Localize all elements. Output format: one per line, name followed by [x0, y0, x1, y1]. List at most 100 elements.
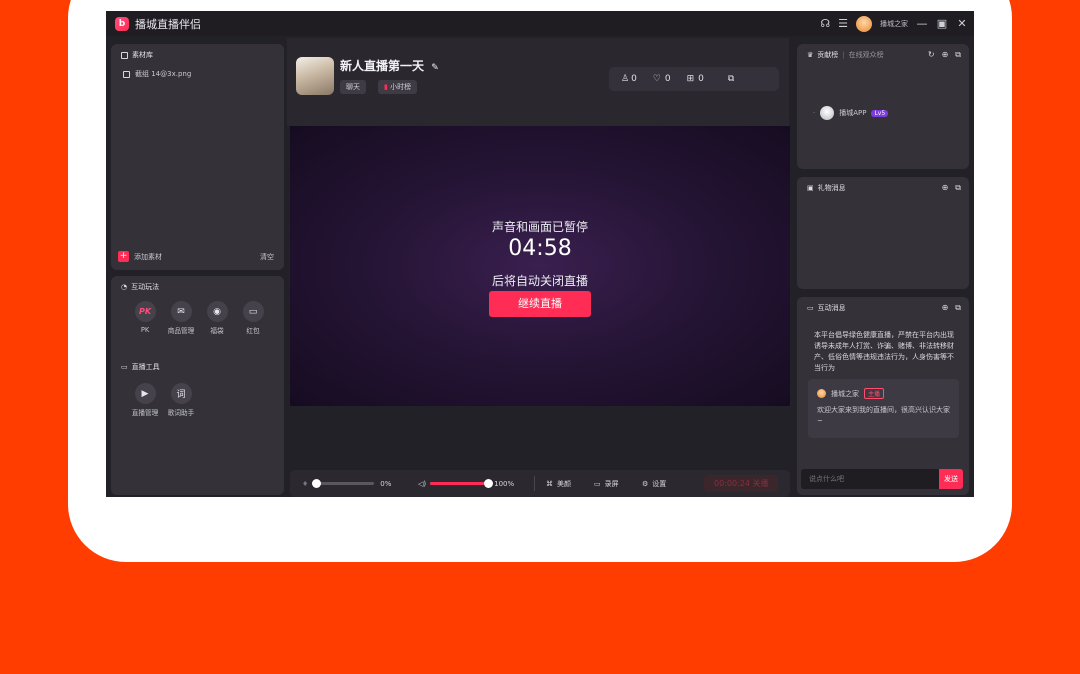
ranking-title[interactable]: 贡献榜: [817, 50, 838, 60]
tools-panel: ◔ 互动玩法 PK PK ✉ 商品管理 ◉ 福袋 ▭ 红包 ▭ 直播工具 ▶ 直播管…: [111, 276, 284, 495]
rank-user: 播城APP: [839, 109, 867, 117]
chat-title: 互动消息: [817, 304, 846, 312]
chat-icon: ▭: [807, 304, 814, 312]
countdown: 04:58: [508, 236, 572, 261]
mic-slider-knob[interactable]: [312, 479, 322, 488]
refresh-icon[interactable]: ↻: [928, 50, 935, 60]
rank-avatar: [820, 106, 835, 120]
close-icon[interactable]: ✕: [956, 17, 968, 30]
live-manage-button[interactable]: ▶ 直播管理: [130, 383, 160, 418]
lyrics-icon: 词: [170, 383, 192, 404]
category-tag[interactable]: 聊天: [340, 80, 366, 94]
live-tools-title: 直播工具: [131, 363, 160, 371]
gift-panel: ▣ 礼物消息 ⊕ ⧉: [797, 177, 969, 289]
level-badge: Lv5: [871, 109, 889, 117]
record-button[interactable]: ▭ 录屏: [594, 470, 619, 497]
chat-input-area: 发送: [801, 469, 963, 489]
library-title: 素材库: [132, 51, 153, 59]
lucky-bag-button[interactable]: ◉ 福袋: [202, 301, 232, 336]
red-packet-label: 红包: [246, 327, 260, 335]
stream-timer: 00:00:24 关播: [704, 475, 779, 492]
message-avatar: [817, 389, 826, 398]
message-text: 欢迎大家来到我的直播间，很高兴认识大家~: [817, 406, 950, 425]
chat-message: 播城之家 主播 欢迎大家来到我的直播间，很高兴认识大家~: [808, 379, 959, 438]
platform-notice: 本平台倡导绿色健康直播，严禁在平台内出现诱导未成年人打赏、诈骗、赌博、非法转移财…: [814, 331, 954, 372]
user-avatar[interactable]: [856, 15, 872, 32]
beauty-button[interactable]: ⌘ 美颜: [546, 470, 571, 497]
host-badge: 主播: [864, 388, 885, 399]
app-logo-icon: b: [115, 16, 129, 31]
expand-icon[interactable]: ⧉: [728, 74, 734, 84]
stream-title[interactable]: 新人直播第一天 ✎: [340, 57, 439, 74]
gift-icon: ⊞: [686, 74, 695, 84]
viewer-count: 0: [631, 74, 637, 84]
beauty-icon: ⌘: [546, 479, 553, 488]
expand-icon[interactable]: ⧉: [955, 50, 961, 60]
stream-title-text: 新人直播第一天: [340, 59, 425, 73]
resume-stream-button[interactable]: 继续直播: [489, 291, 591, 317]
play-icon: ▶: [134, 383, 156, 404]
send-button[interactable]: 发送: [939, 469, 963, 489]
ranking-row[interactable]: · 播城APP Lv5: [813, 106, 889, 120]
mic-slider[interactable]: [312, 479, 375, 488]
mic-icon[interactable]: ♦: [302, 480, 308, 488]
settings-label: 设置: [652, 479, 667, 488]
settings-button[interactable]: ⚙ 设置: [642, 470, 666, 497]
pk-button[interactable]: PK PK: [130, 301, 160, 334]
library-item-name: 截组 14@3x.png: [135, 70, 192, 78]
library-panel: 素材库 截组 14@3x.png + 添加素材 清空: [111, 44, 284, 270]
interactive-title: 互动玩法: [131, 283, 160, 291]
clear-button[interactable]: 清空: [260, 252, 274, 262]
chat-input[interactable]: [801, 469, 939, 489]
divider: [534, 476, 535, 491]
red-packet-icon: ▭: [242, 301, 264, 322]
menu-icon[interactable]: ☰: [838, 17, 848, 30]
video-preview: 声音和画面已暂停 04:58 后将自动关闭直播 继续直播: [290, 126, 790, 406]
auto-close-text: 后将自动关闭直播: [491, 274, 588, 288]
hour-rank-label: 小时榜: [390, 83, 412, 91]
bag-icon: ✉: [170, 301, 192, 322]
folder-icon: [121, 51, 128, 59]
app-window: b 播城直播伴侣 ☊ ☰ 播城之家 — ▣ ✕ 素材库 截组 14@3x.png…: [106, 11, 974, 497]
product-manage-button[interactable]: ✉ 商品管理: [166, 301, 196, 336]
paused-text: 声音和画面已暂停: [491, 220, 588, 234]
beauty-label: 美颜: [557, 479, 571, 488]
speaker-icon[interactable]: ◁): [418, 480, 426, 488]
add-circle-icon[interactable]: ⊕: [942, 183, 949, 193]
minimize-icon[interactable]: —: [916, 17, 928, 30]
lucky-bag-icon: ◉: [206, 301, 228, 322]
maximize-icon[interactable]: ▣: [936, 17, 948, 30]
streamer-avatar[interactable]: [296, 57, 334, 95]
hour-rank-tag[interactable]: ▮ 小时榜: [378, 80, 418, 94]
gift-msg-icon: ▣: [807, 184, 814, 192]
online-audience-tab[interactable]: 在线观众榜: [849, 50, 884, 60]
expand-icon[interactable]: ⧉: [955, 183, 961, 193]
app-title: 播城直播伴侣: [135, 17, 201, 31]
end-stream-button[interactable]: 00:00:24 关播: [704, 470, 779, 497]
expand-icon[interactable]: ⧉: [955, 303, 961, 313]
lyrics-assistant-button[interactable]: 词 歌词助手: [166, 383, 196, 418]
plus-icon: +: [118, 251, 129, 262]
volume-slider-fill: [430, 482, 489, 485]
library-item[interactable]: 截组 14@3x.png: [123, 69, 191, 79]
volume-slider[interactable]: [430, 479, 494, 488]
record-label: 录屏: [604, 479, 619, 488]
red-packet-button[interactable]: ▭ 红包: [238, 301, 268, 336]
viewer-icon: ♙: [621, 74, 630, 84]
ranking-panel: ♛ 贡献榜 | 在线观众榜 ↻ ⊕ ⧉ · 播城APP Lv5: [797, 44, 969, 169]
add-material-button[interactable]: + 添加素材: [118, 251, 162, 262]
headset-icon[interactable]: ☊: [820, 17, 830, 30]
toolbox-icon: ▭: [121, 363, 128, 371]
gear-icon: ⚙: [642, 479, 649, 488]
bar-chart-icon: ▮: [384, 83, 388, 91]
volume-slider-knob[interactable]: [484, 479, 494, 488]
image-icon: [123, 70, 130, 78]
add-circle-icon[interactable]: ⊕: [942, 50, 949, 60]
pk-icon: PK: [134, 301, 156, 322]
trophy-icon: ♛: [807, 51, 814, 59]
add-circle-icon[interactable]: ⊕: [942, 303, 949, 313]
edit-icon[interactable]: ✎: [431, 63, 439, 73]
user-name[interactable]: 播城之家: [880, 19, 908, 29]
rank-bullet: ·: [813, 109, 816, 117]
like-count: 0: [664, 74, 671, 84]
